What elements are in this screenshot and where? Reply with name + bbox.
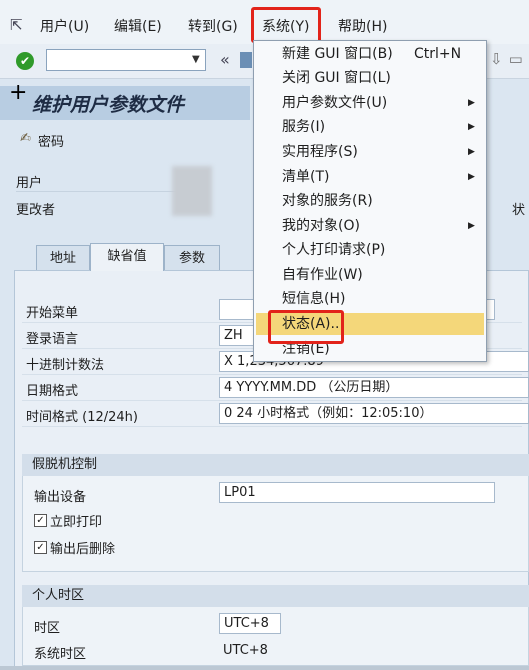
menu-item-short-message[interactable]: 短信息(H) — [282, 288, 345, 310]
output-device-label: 输出设备 — [34, 490, 87, 505]
timezone-input[interactable]: UTC+8 — [219, 613, 281, 634]
submenu-arrow-icon: ▶ — [468, 98, 475, 108]
submenu-arrow-icon: ▶ — [468, 172, 475, 182]
delete-after-output-checkbox[interactable]: ✓ — [34, 541, 47, 554]
blurred-user-name — [172, 166, 212, 216]
pencil-icon[interactable]: ✍ — [20, 131, 31, 146]
submenu-arrow-icon: ▶ — [468, 147, 475, 157]
user-label: 用户 — [16, 176, 43, 191]
annotation-box-system-menu — [251, 7, 321, 43]
toolbar-right-icons[interactable]: ⇩▭ — [490, 50, 529, 68]
date-format-select[interactable]: 4 YYYY.MM.DD （公历日期） — [219, 377, 529, 398]
menu-item-list[interactable]: 清单(T) — [282, 166, 329, 188]
menu-item-close-gui-window[interactable]: 关闭 GUI 窗口(L) — [282, 67, 391, 89]
save-icon[interactable] — [240, 52, 252, 68]
tab-defaults[interactable]: 缺省值 — [90, 243, 164, 271]
collapse-icon[interactable]: « — [220, 50, 230, 69]
menu-user[interactable]: 用户(U) — [40, 16, 89, 38]
output-device-input[interactable]: LP01 — [219, 482, 495, 503]
spool-control-header: 假脱机控制 — [22, 454, 529, 476]
menu-item-object-services[interactable]: 对象的服务(R) — [282, 190, 373, 212]
page-title: 维护用户参数文件 — [32, 94, 185, 116]
submenu-arrow-icon: ▶ — [468, 221, 475, 231]
changed-by-label: 更改者 — [16, 203, 56, 218]
decimal-notation-label: 十进制计数法 — [26, 358, 105, 373]
annotation-box-status — [268, 310, 344, 344]
time-format-label: 时间格式 (12/24h) — [26, 410, 138, 425]
submenu-arrow-icon: ▶ — [468, 122, 475, 132]
cursor-crosshair-icon: + — [9, 80, 28, 105]
time-format-select[interactable]: 0 24 小时格式（例如：12:05:10） — [219, 403, 529, 424]
menu-item-own-spool-requests[interactable]: 个人打印请求(P) — [282, 239, 385, 261]
delete-after-output-label: 输出后删除 — [50, 542, 116, 557]
personal-timezone-header: 个人时区 — [22, 585, 529, 607]
status-label-cut: 状 — [512, 203, 526, 218]
chevron-down-icon[interactable]: ▼ — [192, 54, 200, 65]
date-format-label: 日期格式 — [26, 384, 79, 399]
menu-item-user-profile[interactable]: 用户参数文件(U) — [282, 92, 387, 114]
menu-goto[interactable]: 转到(G) — [188, 16, 238, 38]
menu-item-utilities[interactable]: 实用程序(S) — [282, 141, 358, 163]
command-field[interactable] — [46, 49, 206, 71]
logon-language-input[interactable]: ZH — [219, 325, 255, 346]
menu-help[interactable]: 帮助(H) — [338, 16, 387, 38]
logon-language-label: 登录语言 — [26, 332, 79, 347]
print-immediately-checkbox[interactable]: ✓ — [34, 514, 47, 527]
status-strip — [0, 666, 529, 670]
menu-item-my-objects[interactable]: 我的对象(O) — [282, 215, 360, 237]
system-timezone-value: UTC+8 — [223, 643, 268, 658]
divider — [16, 191, 176, 192]
system-timezone-label: 系统时区 — [34, 647, 87, 662]
menu-edit[interactable]: 编辑(E) — [114, 16, 162, 38]
tab-parameters[interactable]: 参数 — [164, 245, 220, 270]
shortcut-ctrl-n: Ctrl+N — [414, 46, 462, 62]
exit-icon[interactable]: ⇱ — [10, 16, 23, 34]
check-icon[interactable]: ✔ — [16, 52, 34, 70]
menu-item-own-jobs[interactable]: 自有作业(W) — [282, 264, 363, 286]
print-immediately-label: 立即打印 — [50, 515, 103, 530]
tab-address[interactable]: 地址 — [36, 245, 90, 270]
password-button[interactable]: 密码 — [38, 131, 64, 150]
start-menu-label: 开始菜单 — [26, 306, 79, 321]
timezone-label: 时区 — [34, 621, 61, 636]
menu-item-services[interactable]: 服务(I) — [282, 116, 325, 138]
menu-item-new-gui-window[interactable]: 新建 GUI 窗口(B) — [282, 43, 393, 65]
